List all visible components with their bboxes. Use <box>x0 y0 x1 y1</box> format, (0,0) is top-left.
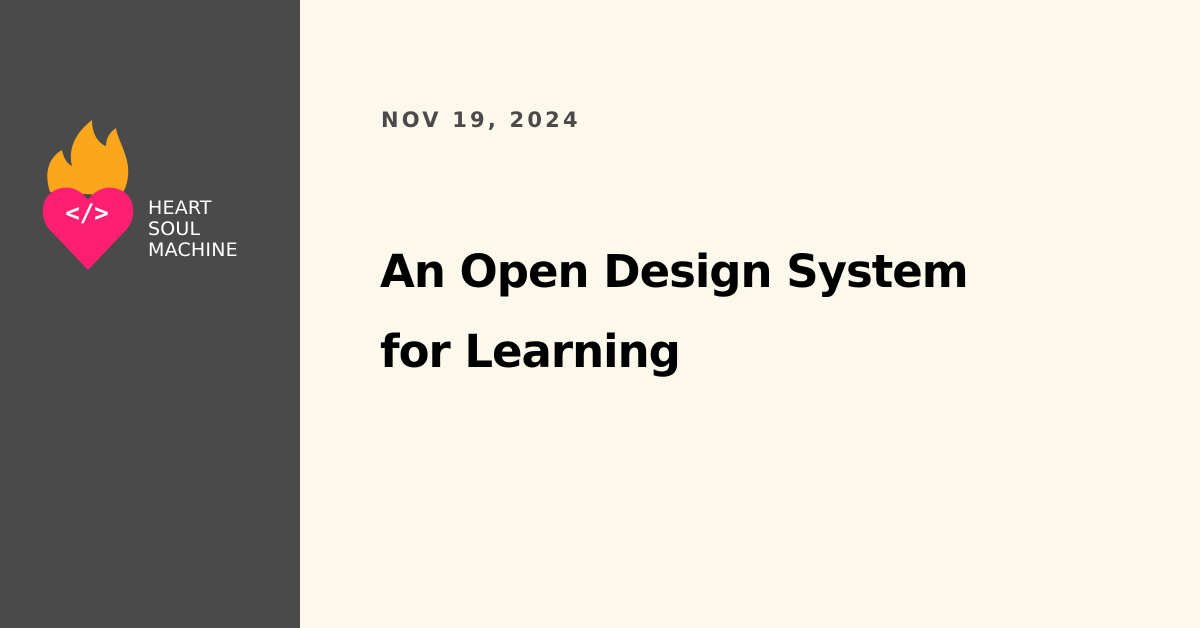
post-title: An Open Design System for Learning <box>380 232 1100 392</box>
wordmark-heart: HEART <box>148 197 212 219</box>
post-title-line-2: for Learning <box>380 325 681 378</box>
wordmark-machine: MACHINE <box>148 239 238 261</box>
post-content: NOV 19, 2024 An Open Design System for L… <box>300 0 1200 628</box>
share-card: </> HEART SOUL MACHINE NOV 19, 2024 An O… <box>0 0 1200 628</box>
code-brackets-icon: </> <box>65 199 108 227</box>
flame-icon <box>47 120 129 196</box>
brand-sidebar: </> HEART SOUL MACHINE <box>0 0 300 628</box>
post-title-line-1: An Open Design System <box>380 245 969 298</box>
wordmark-soul: SOUL <box>148 218 201 240</box>
brand-wordmark: HEART SOUL MACHINE <box>148 198 238 261</box>
post-date: NOV 19, 2024 <box>381 108 581 132</box>
flaming-heart-icon: </> <box>42 120 134 270</box>
heart-soul-machine-logo: </> HEART SOUL MACHINE <box>40 112 270 277</box>
